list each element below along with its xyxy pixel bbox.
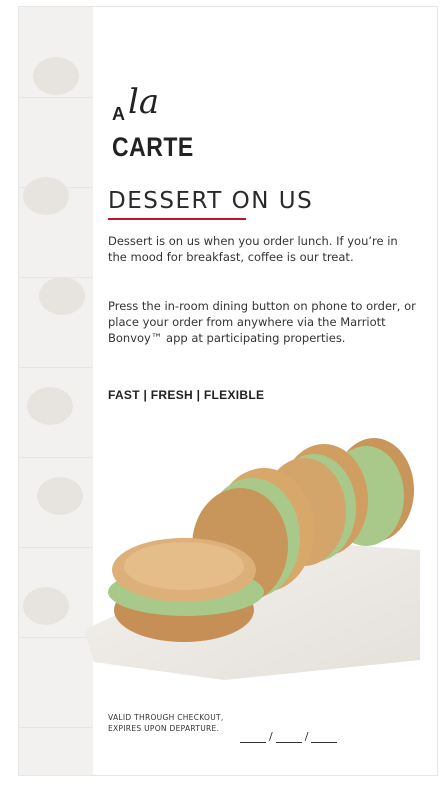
page-title: DESSERT ON US <box>108 188 314 220</box>
sandwich-front <box>108 538 264 642</box>
title-underline <box>108 218 246 220</box>
stripe-texture <box>23 587 69 625</box>
date-separator: / <box>304 730 309 743</box>
expiration-date-blanks: / / <box>240 730 338 743</box>
expiration-note: VALID THROUGH CHECKOUT, EXPIRES UPON DEP… <box>108 713 224 733</box>
date-blank-day <box>275 732 302 743</box>
logo-carte: CARTE <box>112 132 194 162</box>
offer-paragraph: Dessert is on us when you order lunch. I… <box>108 234 398 264</box>
date-blank-month <box>240 732 266 743</box>
stripe-texture <box>27 387 73 425</box>
a-la-carte-logo: A la CARTE <box>108 82 228 162</box>
ice-cream-sandwich-photo <box>84 438 420 680</box>
instructions-paragraph: Press the in-room dining button on phone… <box>108 299 416 345</box>
date-separator: / <box>269 730 273 743</box>
stripe-texture <box>39 277 85 315</box>
title-text: DESSERT ON US <box>108 188 314 214</box>
stripe-texture <box>33 57 79 95</box>
logo-a: A <box>112 104 126 124</box>
logo-la: la <box>128 82 160 122</box>
date-blank-year <box>311 732 338 743</box>
stripe-tile <box>19 97 93 188</box>
stripe-texture <box>23 177 69 215</box>
